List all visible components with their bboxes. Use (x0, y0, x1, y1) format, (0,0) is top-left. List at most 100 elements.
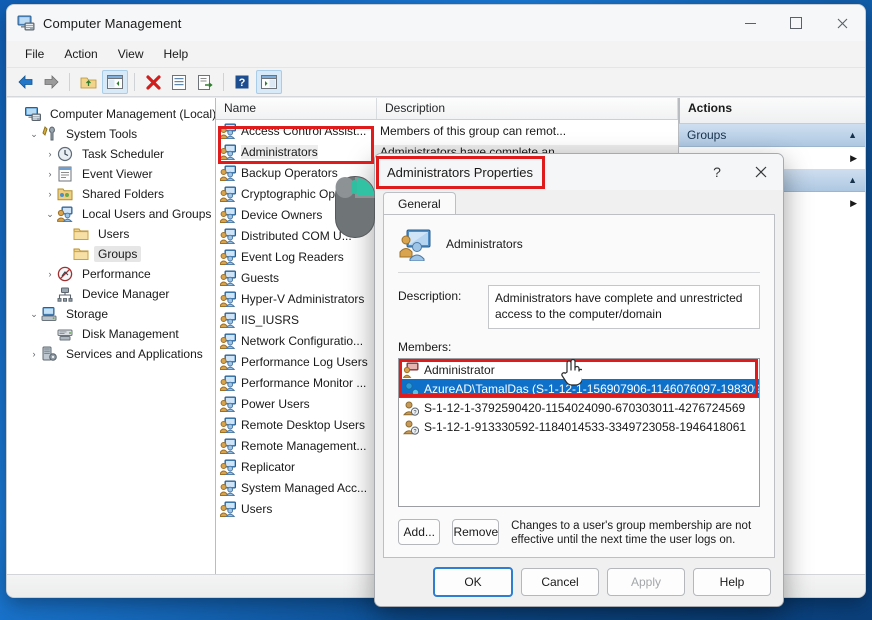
tree-label-services-and-applications: Services and Applications (66, 347, 203, 361)
cancel-button[interactable]: Cancel (521, 568, 599, 596)
back-icon[interactable] (13, 71, 37, 93)
users-groups-icon (57, 206, 73, 223)
menu-view[interactable]: View (108, 44, 154, 64)
group-icon (219, 333, 236, 349)
chevron-right-icon-2[interactable]: ▶ (850, 198, 865, 209)
dialog-footer: OK Cancel Apply Help (375, 558, 783, 606)
chevron-right-icon[interactable]: › (43, 149, 57, 159)
list-row-name: Hyper-V Administrators (241, 291, 365, 306)
tree-item-groups[interactable]: Groups (7, 244, 215, 264)
unknown-user-icon: ? (402, 400, 420, 416)
list-row-name: Administrators (241, 144, 318, 159)
tree-item-local-users-and-groups[interactable]: ⌄ Local Users and Groups (7, 204, 215, 224)
menubar: File Action View Help (7, 41, 865, 68)
column-header-description[interactable]: Description (377, 98, 678, 119)
ok-button[interactable]: OK (433, 567, 513, 597)
tree-item-event-viewer[interactable]: › Event Viewer (7, 164, 215, 184)
menu-action[interactable]: Action (54, 44, 107, 64)
tree-item-device-manager[interactable]: Device Manager (7, 284, 215, 304)
group-icon (219, 123, 236, 139)
tree-item-disk-management[interactable]: Disk Management (7, 324, 215, 344)
console-tree-pane: Computer Management (Local) ⌄ System Tool… (7, 98, 216, 574)
group-icon (219, 459, 236, 475)
tree-label-groups: Groups (94, 246, 142, 262)
tree-label-disk-management: Disk Management (82, 327, 179, 341)
administrators-properties-dialog: Administrators Properties ? General Admi… (374, 153, 784, 607)
list-row-name: Power Users (241, 396, 310, 411)
member-row[interactable]: ? S-1-12-1-3792590420-1154024090-67030301… (399, 398, 759, 417)
group-icon (219, 270, 236, 286)
chevron-right-icon[interactable]: › (27, 349, 41, 359)
menu-file[interactable]: File (15, 44, 54, 64)
list-row-name: Replicator (241, 459, 296, 474)
chevron-down-icon[interactable]: ⌄ (27, 129, 41, 140)
member-row[interactable]: AzureAD\TamalDas (S-1-12-1-156907906-114… (399, 379, 759, 398)
tree-label-performance: Performance (82, 267, 151, 281)
tree-item-users[interactable]: Users (7, 224, 215, 244)
tree-item-root[interactable]: Computer Management (Local) (7, 104, 215, 124)
tree-label-event-viewer: Event Viewer (82, 167, 153, 181)
help-button[interactable]: Help (693, 568, 771, 596)
maximize-button[interactable] (773, 5, 819, 41)
member-row[interactable]: ? S-1-12-1-913330592-1184014533-334972305… (399, 417, 759, 436)
dialog-tabstrip: General (375, 190, 783, 214)
divider (398, 272, 760, 273)
forward-icon[interactable] (39, 71, 63, 93)
minimize-button[interactable] (727, 5, 773, 41)
menu-help[interactable]: Help (154, 44, 199, 64)
chevron-down-icon[interactable]: ⌄ (27, 309, 41, 320)
members-label: Members: (398, 340, 452, 354)
window-title: Computer Management (43, 15, 182, 31)
device-manager-icon (57, 286, 73, 302)
group-icon (398, 227, 432, 262)
tree-item-shared-folders[interactable]: › Shared Folders (7, 184, 215, 204)
group-icon (219, 312, 236, 328)
window-caption-buttons (727, 5, 865, 41)
tab-general[interactable]: General (383, 192, 456, 214)
chevron-right-icon[interactable]: ▶ (850, 153, 865, 164)
tree-item-storage[interactable]: ⌄ Storage (7, 304, 215, 324)
delete-icon[interactable] (141, 71, 165, 93)
tree-label-users: Users (98, 227, 130, 241)
shared-folders-icon (57, 186, 73, 202)
description-field[interactable]: Administrators have complete and unrestr… (488, 285, 760, 329)
chevron-down-icon[interactable]: ⌄ (43, 209, 57, 220)
chevron-up-icon[interactable]: ▲ (848, 130, 865, 140)
list-row-name: Performance Monitor ... (241, 375, 367, 390)
member-label: S-1-12-1-3792590420-1154024090-670303011… (424, 400, 746, 415)
chevron-right-icon[interactable]: › (43, 269, 57, 279)
tree-item-task-scheduler[interactable]: › Task Scheduler (7, 144, 215, 164)
up-folder-icon[interactable] (76, 71, 100, 93)
remove-button[interactable]: Remove (452, 519, 500, 545)
column-header-name[interactable]: Name (216, 98, 377, 119)
dialog-help-button[interactable]: ? (695, 154, 739, 190)
show-action-pane-icon[interactable] (256, 70, 282, 94)
actions-section-groups[interactable]: Groups ▲ (679, 124, 865, 147)
chevron-right-icon[interactable]: › (43, 189, 57, 199)
help-icon[interactable]: ? (230, 71, 254, 93)
toolbar-separator-3 (223, 73, 224, 91)
show-hide-console-tree-icon[interactable] (102, 70, 128, 94)
tree-item-performance[interactable]: › Performance (7, 264, 215, 284)
dialog-close-button[interactable] (739, 154, 783, 190)
disk-management-icon (57, 326, 73, 342)
group-icon (219, 207, 236, 223)
list-header: Name Description (216, 98, 678, 120)
computer-icon (25, 106, 41, 122)
tree-item-system-tools[interactable]: ⌄ System Tools (7, 124, 215, 144)
close-button[interactable] (819, 5, 865, 41)
system-tools-icon (41, 126, 57, 142)
group-icon (219, 501, 236, 517)
members-listbox[interactable]: Administrator AzureAD\TamalDas (S-1-12-1-… (398, 358, 760, 507)
add-button[interactable]: Add... (398, 519, 441, 545)
list-row-access-control-assist[interactable]: Access Control Assist... Members of this … (216, 120, 678, 141)
tree-label-shared-folders: Shared Folders (82, 187, 165, 201)
group-icon (219, 396, 236, 412)
chevron-up-icon-2[interactable]: ▲ (848, 175, 865, 185)
chevron-right-icon[interactable]: › (43, 169, 57, 179)
export-list-icon[interactable] (193, 71, 217, 93)
tree-item-services-and-applications[interactable]: › Services and Applications (7, 344, 215, 364)
member-row[interactable]: Administrator (399, 360, 759, 379)
properties-icon[interactable] (167, 71, 191, 93)
list-row-name: System Managed Acc... (241, 480, 368, 495)
